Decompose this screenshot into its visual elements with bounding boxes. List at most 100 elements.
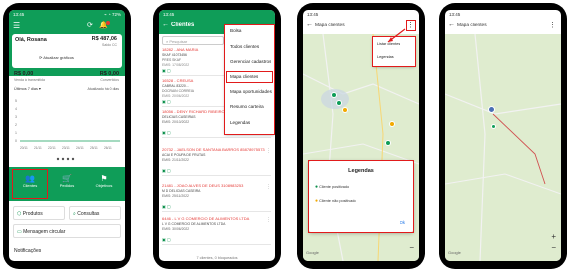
menu-icon[interactable]: ☰ — [13, 21, 20, 30]
period-value: Últimos 7 dias — [14, 87, 38, 91]
y-tick: 3 — [15, 115, 17, 119]
pin-positivado[interactable] — [385, 140, 391, 146]
phone-mapa-legenda: 13:45 ← Mapa clientes ⋮ Google − Listar … — [297, 3, 425, 269]
sales-amount: R$ 0,00 — [14, 71, 34, 77]
clientes-screen: 13:45 ← Clientes ⌕ Pesquisar 18282 - ANA… — [159, 10, 275, 261]
x-tick: 20/11 — [20, 146, 28, 150]
carousel-dot[interactable] — [61, 157, 65, 161]
search-icon: ⌕ — [73, 211, 76, 217]
status-icon: ▣ ▢ — [162, 68, 171, 73]
status-time: 13:45 — [163, 12, 175, 17]
page-title: Clientes — [171, 22, 195, 28]
client-row[interactable]: 20732 - JAELSON DE SANTANA BARROS 858789… — [162, 146, 271, 176]
box-icon: ⬡ — [17, 211, 22, 217]
home-screen: 13:45 ⌁ ◔ 72% ☰ ⟳ 🔔 Olá, Rosana R$ 487,06… — [9, 10, 125, 261]
converted-amount: R$ 0,00 — [99, 71, 119, 77]
chevron-down-icon: ▾ — [38, 87, 41, 91]
tile-label: Pedidos — [59, 183, 75, 188]
sales-chart: 5 4 3 2 1 0 20/11 21/11 22/11 23/11 24/1… — [15, 99, 120, 161]
carousel-dot[interactable] — [56, 157, 60, 161]
map-screen: 13:45 ← Mapa clientes ⋮ Google − Listar … — [303, 10, 419, 261]
pin-positivado[interactable] — [336, 100, 342, 106]
map-screen: 13:45 ← Mapa clientes ⋮ Google + − — [445, 10, 561, 261]
zoom-in-button[interactable]: + — [551, 232, 556, 241]
map-area[interactable]: Google + − — [445, 34, 561, 261]
sales-label: Venda à transmitida — [14, 78, 45, 82]
search-icon: ⌕ — [166, 39, 169, 44]
more-vert-icon[interactable]: ⋮ — [266, 148, 271, 154]
pin-positivado[interactable] — [488, 106, 495, 113]
consultas-button[interactable]: ⌕ Consultas — [69, 206, 121, 220]
tile-objetivos[interactable]: ⚑ Objetivos — [87, 170, 121, 198]
status-bar: 13:45 — [445, 10, 561, 19]
sync-icon[interactable]: ⟳ — [87, 21, 93, 29]
client-row[interactable]: 21481 - JOAO ALVES DE DEUS 3108983253 M D… — [162, 182, 271, 212]
y-tick: 4 — [15, 107, 17, 111]
status-icon: ▣ ▢ — [162, 168, 171, 173]
notification-badge — [106, 21, 110, 25]
status-bar: 13:45 — [159, 10, 275, 19]
client-detail: EMIS: 21/11/2022 — [162, 158, 189, 162]
chart-x-ticks: 20/11 21/11 22/11 23/11 24/11 25/11 26/1… — [20, 146, 112, 150]
client-name: 6446 - L V G COMERCIO DE ALIMENTOS LTDA — [162, 216, 250, 221]
client-name: 21481 - JOAO ALVES DE DEUS 3108983253 — [162, 183, 244, 188]
pin-nao-positivado[interactable] — [389, 121, 395, 127]
phone-home: 13:45 ⌁ ◔ 72% ☰ ⟳ 🔔 Olá, Rosana R$ 487,06… — [3, 3, 131, 269]
consultas-label: Consultas — [77, 211, 100, 217]
client-row[interactable]: 6446 - L V G COMERCIO DE ALIMENTOS LTDA L… — [162, 215, 271, 245]
carousel-dot[interactable] — [71, 157, 75, 161]
status-time: 13:45 — [307, 12, 319, 17]
x-tick: 21/11 — [34, 146, 42, 150]
mensagem-button[interactable]: ▭ Mensagem circular — [13, 224, 121, 238]
x-tick: 23/11 — [62, 146, 70, 150]
search-placeholder: Pesquisar — [169, 39, 188, 44]
search-field[interactable]: ⌕ Pesquisar — [162, 36, 224, 45]
produtos-label: Produtos — [22, 211, 43, 217]
client-detail: L V G COMERCIO DE ALIMENTOS LTDA — [162, 222, 226, 226]
status-icon: ▣ ▢ — [162, 237, 171, 242]
user-greeting: Olá, Rosana — [15, 37, 47, 43]
client-detail: EMIS: 25/11/2022 — [162, 194, 189, 198]
zoom-out-button[interactable]: − — [409, 243, 414, 252]
y-tick: 2 — [15, 123, 17, 127]
mensagem-label: Mensagem circular — [23, 229, 66, 235]
update-charts-link[interactable]: ⟳ Atualizar gráficos — [39, 55, 74, 60]
y-tick: 5 — [15, 99, 17, 103]
x-tick: 25/11 — [90, 146, 98, 150]
page-title: Mapa clientes — [457, 23, 487, 28]
map-roads — [445, 34, 561, 261]
google-logo: Google — [448, 250, 461, 255]
zoom-out-button[interactable]: − — [551, 243, 556, 252]
y-tick: 1 — [15, 131, 17, 135]
highlight-legend — [308, 160, 414, 233]
notificacoes-label[interactable]: Notificações — [14, 248, 41, 254]
back-icon[interactable]: ← — [162, 21, 169, 28]
status-time: 13:45 — [449, 12, 461, 17]
period-select[interactable]: Últimos 7 dias ▾ — [14, 86, 41, 91]
more-vert-icon[interactable]: ⋮ — [266, 217, 271, 223]
client-name: 20732 - JAELSON DE SANTANA BARROS 858789… — [162, 147, 265, 152]
x-tick: 24/11 — [76, 146, 84, 150]
produtos-button[interactable]: ⬡ Produtos — [13, 206, 65, 220]
status-bar: 13:45 — [303, 10, 419, 19]
pin-positivado[interactable] — [491, 124, 496, 129]
message-icon: ▭ — [17, 229, 22, 235]
status-icon: ▣ ▢ — [162, 204, 171, 209]
converted-label: Convertidos — [100, 78, 119, 82]
tile-pedidos[interactable]: 🛒 Pedidos — [50, 170, 84, 198]
client-detail: EMIS: 30/06/2022 — [162, 227, 190, 231]
status-icon: ▣ ▢ — [162, 130, 171, 135]
pin-nao-positivado[interactable] — [342, 107, 348, 113]
status-icon: ▣ ▢ — [162, 99, 171, 104]
back-icon[interactable]: ← — [448, 21, 455, 28]
client-detail: M D DELICIAS CASEIRA — [162, 189, 201, 193]
more-vert-icon[interactable]: ⋮ — [549, 21, 556, 29]
carousel-dots[interactable] — [56, 157, 75, 161]
carousel-dot[interactable] — [66, 157, 70, 161]
phone-clientes: 13:45 ← Clientes ⌕ Pesquisar 18282 - ANA… — [153, 3, 281, 269]
list-footer: 7 clientes, 0 bloqueados — [196, 256, 238, 260]
account-amount: R$ 487,06 — [91, 36, 117, 42]
x-tick: 22/11 — [48, 146, 56, 150]
pin-positivado[interactable] — [331, 92, 337, 98]
more-vert-icon[interactable]: ⋮ — [266, 184, 271, 190]
